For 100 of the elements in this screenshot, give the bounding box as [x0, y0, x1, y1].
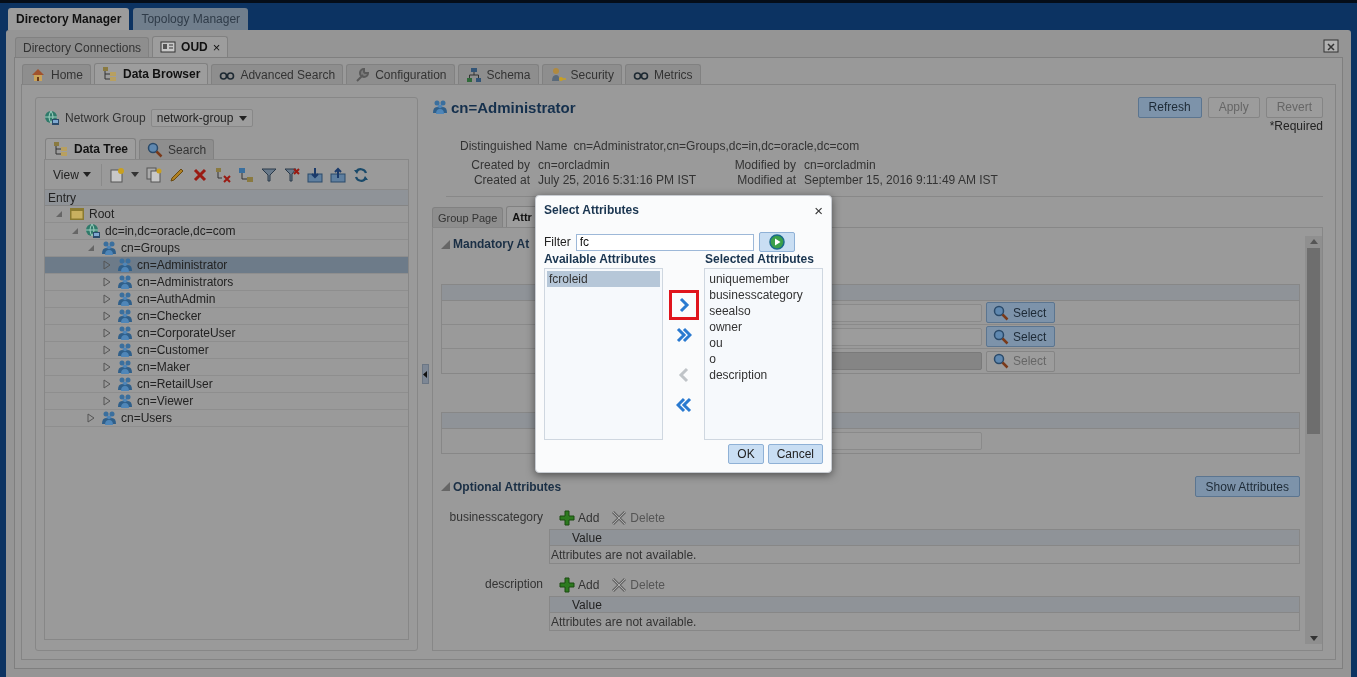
- field-value: cn=orcladmin: [538, 158, 611, 172]
- scroll-down-icon[interactable]: [1309, 636, 1318, 641]
- section-tab[interactable]: Metrics: [624, 64, 701, 84]
- new-entry-icon: [108, 166, 125, 183]
- tree-row[interactable]: cn=Maker: [45, 359, 408, 376]
- shuttle-button[interactable]: [668, 290, 699, 320]
- section-tab[interactable]: Advanced Search: [211, 64, 344, 84]
- export-icon: [329, 166, 346, 183]
- go-icon: [768, 234, 785, 250]
- toolbar-button[interactable]: [283, 166, 300, 183]
- dialog-button[interactable]: Cancel: [767, 444, 823, 464]
- expand-icon[interactable]: [101, 260, 113, 270]
- list-item[interactable]: o: [707, 351, 820, 367]
- action-button[interactable]: Refresh: [1137, 96, 1202, 118]
- dialog-button[interactable]: OK: [728, 444, 764, 464]
- section-title: Optional Attributes: [453, 479, 562, 494]
- search-icon: [993, 353, 1009, 369]
- list-item[interactable]: businesscategory: [707, 287, 820, 303]
- go-button[interactable]: [758, 232, 795, 252]
- connection-tab[interactable]: OUD ×: [152, 36, 229, 57]
- expand-icon[interactable]: [101, 311, 113, 321]
- tree-label: cn=Maker: [137, 360, 191, 374]
- list-item[interactable]: description: [707, 367, 820, 383]
- expand-icon[interactable]: [101, 328, 113, 338]
- tree-row[interactable]: Root: [45, 206, 408, 223]
- close-tab-button[interactable]: ×: [212, 39, 221, 55]
- tree-row[interactable]: dc=in,dc=oracle,dc=com: [45, 223, 408, 240]
- field-label: Created by: [470, 158, 530, 172]
- group-icon: [117, 325, 133, 341]
- toolbar-button[interactable]: [306, 166, 323, 183]
- scroll-up-icon[interactable]: [1309, 239, 1318, 244]
- select-button[interactable]: Select: [986, 326, 1056, 347]
- collapse-handle[interactable]: [421, 364, 429, 384]
- toolbar-button[interactable]: [352, 166, 369, 183]
- tree-label: cn=Administrators: [137, 275, 234, 289]
- section-tab[interactable]: Schema: [457, 64, 539, 84]
- section-tab[interactable]: Data Browser: [94, 63, 209, 84]
- expand-icon[interactable]: [101, 379, 113, 389]
- expand-icon[interactable]: [101, 362, 113, 372]
- import-icon: [306, 166, 323, 183]
- entry-tab[interactable]: Attr: [506, 206, 538, 227]
- expand-icon[interactable]: [101, 396, 113, 406]
- collapse-icon[interactable]: [441, 482, 450, 491]
- app-tab[interactable]: Directory Manager: [8, 8, 130, 30]
- expand-icon[interactable]: [101, 294, 113, 304]
- expand-icon[interactable]: [101, 277, 113, 287]
- tree-row[interactable]: cn=AuthAdmin: [45, 291, 408, 308]
- tab-label: OUD: [181, 40, 208, 54]
- tree-row[interactable]: cn=Administrator: [45, 257, 408, 274]
- tree-row[interactable]: cn=Checker: [45, 308, 408, 325]
- expand-icon[interactable]: [85, 413, 97, 423]
- section-tab[interactable]: Configuration: [346, 64, 455, 84]
- network-group-select[interactable]: network-group: [150, 109, 254, 127]
- hierarchy-icon: [465, 66, 482, 83]
- panel-tab[interactable]: Data Tree: [45, 138, 137, 159]
- tree-row[interactable]: cn=Viewer: [45, 393, 408, 410]
- select-button[interactable]: Select: [986, 302, 1056, 323]
- section-title: Mandatory At: [453, 237, 530, 251]
- delete-cross-icon: [611, 576, 628, 593]
- show-attributes-button[interactable]: Show Attributes: [1194, 476, 1300, 497]
- group-icon: [117, 359, 133, 375]
- required-note: *Required: [1268, 119, 1323, 133]
- scrollbar-thumb[interactable]: [1307, 248, 1320, 434]
- toolbar-button[interactable]: [329, 166, 346, 183]
- tree-label: cn=CorporateUser: [137, 326, 236, 340]
- close-button[interactable]: ×: [814, 201, 823, 219]
- add-link[interactable]: Add: [559, 576, 600, 593]
- expand-icon[interactable]: [101, 345, 113, 355]
- toolbar-button[interactable]: [108, 166, 139, 183]
- tree-row[interactable]: cn=Customer: [45, 342, 408, 359]
- list-item[interactable]: uniquemember: [707, 271, 820, 287]
- list-item[interactable]: fcroleid: [547, 271, 660, 287]
- list-item[interactable]: ou: [707, 335, 820, 351]
- group-icon: [117, 393, 133, 409]
- tree-label: cn=RetailUser: [137, 377, 213, 391]
- add-link[interactable]: Add: [559, 509, 600, 526]
- list-item[interactable]: owner: [707, 319, 820, 335]
- list-item[interactable]: seealso: [707, 303, 820, 319]
- delete-icon: [191, 166, 208, 183]
- close-all-button[interactable]: [1323, 38, 1339, 54]
- tree-row[interactable]: cn=CorporateUser: [45, 325, 408, 342]
- tree-row[interactable]: cn=Users: [45, 410, 408, 427]
- tree-row[interactable]: cn=Administrators: [45, 274, 408, 291]
- connection-tab[interactable]: Directory Connections: [15, 37, 150, 57]
- panel-tab[interactable]: Search: [139, 139, 215, 159]
- empty-message: Attributes are not available.: [550, 613, 698, 630]
- collapse-icon[interactable]: [441, 239, 450, 249]
- view-menu[interactable]: View: [53, 163, 102, 186]
- tree-row[interactable]: cn=RetailUser: [45, 376, 408, 393]
- section-tab[interactable]: Home: [22, 64, 91, 84]
- section-tab[interactable]: Security: [541, 64, 622, 84]
- wrench-icon: [354, 66, 371, 83]
- group-icon: [117, 291, 133, 307]
- toolbar-button[interactable]: [260, 166, 277, 183]
- tab-label: Directory Connections: [23, 40, 142, 55]
- entry-tab[interactable]: Group Page: [432, 207, 504, 227]
- filter-field[interactable]: fc: [575, 233, 754, 251]
- add-icon: [559, 509, 575, 526]
- tab-label: Home: [51, 67, 83, 82]
- double-chevron-right-icon: [675, 327, 692, 343]
